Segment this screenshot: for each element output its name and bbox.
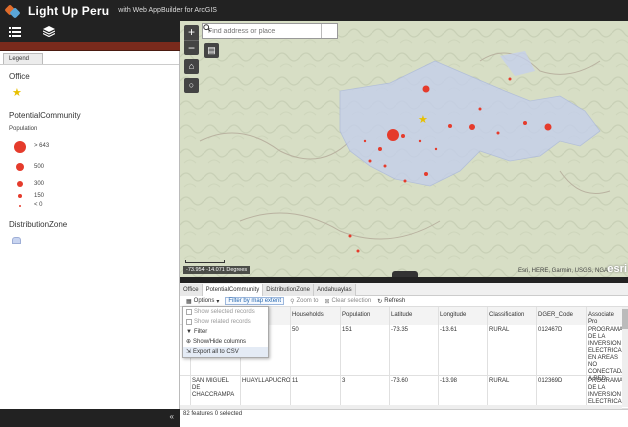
- basemap-terrain: ★: [180, 21, 628, 277]
- list-icon[interactable]: [8, 25, 22, 39]
- column-header[interactable]: Households: [290, 307, 340, 325]
- legend-dot-large: [14, 141, 26, 153]
- filter-icon: ▼: [186, 329, 192, 335]
- zoom-in-icon[interactable]: +: [184, 25, 199, 40]
- search-box: [202, 23, 338, 39]
- legend-dot-small: [17, 181, 23, 187]
- app-header: Light Up Peru with Web AppBuilder for Ar…: [0, 0, 628, 21]
- column-header[interactable]: Associate Pro: [586, 307, 626, 325]
- menu-item-show-selected[interactable]: Show selected records: [183, 307, 268, 317]
- column-header[interactable]: Population: [340, 307, 389, 325]
- legend-class-label: 150: [34, 193, 45, 199]
- app-logo: [4, 3, 21, 19]
- table-vertical-scrollbar[interactable]: [622, 307, 628, 407]
- table-status: 82 features 0 selected: [180, 409, 628, 427]
- app-subtitle: with Web AppBuilder for ArcGIS: [118, 7, 217, 14]
- column-header[interactable]: Classification: [487, 307, 536, 325]
- esri-logo: esri: [607, 263, 627, 275]
- panel-footer: «: [0, 409, 180, 427]
- column-header[interactable]: Latitude: [389, 307, 438, 325]
- map-attribution: Esri, HERE, Garmin, USGS, NGA: [517, 268, 608, 274]
- coordinate-readout: -73.954 -14.071 Degrees: [183, 266, 251, 274]
- zoom-control: + −: [184, 25, 199, 55]
- legend-office-heading: Office: [9, 72, 30, 81]
- collapse-panel-icon[interactable]: «: [170, 412, 174, 421]
- menu-item-show-hide-columns[interactable]: ⊕ Show/Hide columns: [183, 337, 268, 347]
- search-icon[interactable]: [203, 24, 337, 38]
- legend-class-label: > 643: [34, 143, 50, 149]
- map-view[interactable]: ★ + − ⌂ ○ ▤ -73.954 -14.071 Degrees Esri…: [180, 21, 628, 277]
- app-title: Light Up Peru: [28, 3, 110, 18]
- legend-dot-tiny: [19, 205, 21, 207]
- refresh-icon: ↻: [377, 298, 383, 305]
- legend-class-label: 300: [34, 181, 45, 187]
- legend-zone-heading: DistributionZone: [9, 220, 68, 229]
- scale-bar: [185, 260, 225, 263]
- header-accent-bar: [0, 42, 180, 51]
- tab-andahuaylas[interactable]: Andahuaylas: [313, 284, 356, 296]
- chevron-down-icon: ▾: [216, 298, 220, 305]
- grid-icon: ▦: [186, 298, 192, 305]
- table-tabs: Office PotentialCommunity DistributionZo…: [180, 283, 628, 296]
- menu-item-show-related[interactable]: Show related records: [183, 317, 268, 327]
- options-button[interactable]: ▦ Options ▾: [186, 298, 219, 305]
- options-menu: Show selected records Show related recor…: [182, 306, 269, 358]
- layers-icon[interactable]: [42, 25, 56, 39]
- clear-icon: ⊠: [324, 298, 330, 305]
- legend-population-label: Population: [9, 126, 38, 132]
- checkbox-icon: [186, 309, 192, 315]
- menu-item-export-csv[interactable]: ⇲ Export all to CSV: [183, 347, 268, 357]
- basemap-gallery-icon[interactable]: ▤: [204, 43, 219, 58]
- pin-icon: ⚲: [290, 298, 295, 305]
- legend-dot-xsmall: [18, 194, 22, 198]
- zoom-to-button[interactable]: ⚲ Zoom to: [290, 298, 318, 305]
- refresh-button[interactable]: ↻ Refresh: [377, 298, 405, 305]
- plus-circle-icon: ⊕: [186, 339, 192, 345]
- filter-by-extent-button[interactable]: Filter by map extent: [225, 297, 285, 305]
- legend-class-label: 500: [34, 164, 45, 170]
- svg-text:★: ★: [418, 113, 428, 126]
- menu-item-filter[interactable]: ▼ Filter: [183, 327, 268, 337]
- tab-office[interactable]: Office: [180, 284, 203, 296]
- legend-class-label: < 0: [34, 202, 43, 208]
- checkbox-icon: [186, 319, 192, 325]
- search-input[interactable]: [203, 24, 321, 38]
- star-icon: ★: [12, 87, 22, 99]
- tab-distribution-zone[interactable]: DistributionZone: [263, 284, 314, 296]
- locate-icon[interactable]: ○: [184, 78, 199, 93]
- home-icon[interactable]: ⌂: [184, 59, 199, 74]
- zone-swatch-icon: [12, 237, 21, 244]
- widget-toolbar: [0, 21, 180, 42]
- zoom-out-icon[interactable]: −: [184, 40, 199, 55]
- legend-panel: Legend Office ★ PotentialCommunity Popul…: [0, 51, 180, 409]
- column-header[interactable]: DGER_Code: [536, 307, 586, 325]
- legend-tab[interactable]: Legend: [3, 53, 43, 64]
- export-icon: ⇲: [186, 349, 192, 355]
- legend-body: Office ★ PotentialCommunity Population >…: [0, 64, 179, 409]
- tab-potential-community[interactable]: PotentialCommunity: [202, 284, 264, 296]
- legend-community-heading: PotentialCommunity: [9, 111, 81, 120]
- legend-dot-medium: [16, 163, 24, 171]
- column-header[interactable]: Longitude: [438, 307, 487, 325]
- clear-selection-button[interactable]: ⊠ Clear selection: [324, 298, 371, 305]
